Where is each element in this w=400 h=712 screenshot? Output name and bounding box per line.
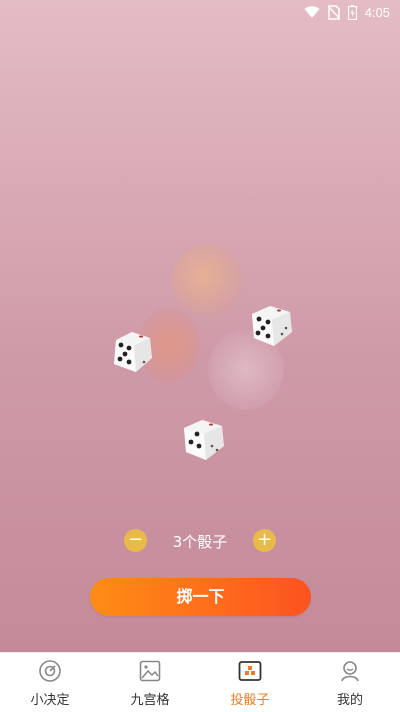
die [114, 332, 152, 372]
increase-dice-button[interactable]: + [253, 529, 276, 552]
dice-count-control: − 3个骰子 + [0, 528, 400, 554]
dice-tray[interactable] [0, 230, 400, 490]
nav-item-profile[interactable]: 我的 [300, 653, 400, 712]
no-sim-icon [327, 4, 340, 20]
nav-item-grid[interactable]: 九宫格 [100, 653, 200, 712]
dice-count-label: 3个骰子 [172, 533, 228, 551]
nav-item-dice[interactable]: 投骰子 [200, 653, 300, 712]
nav-item-decision[interactable]: 小决定 [0, 653, 100, 712]
decrease-dice-button[interactable]: − [124, 529, 147, 552]
wifi-icon [304, 6, 320, 18]
nav-label: 九宫格 [130, 693, 170, 708]
nav-label: 我的 [336, 693, 363, 708]
status-icons: 4:05 [304, 3, 390, 21]
die [184, 420, 224, 460]
roll-button[interactable]: 掷一下 [90, 578, 311, 616]
bottom-nav: 小决定 九宫格 投骰子 我的 [0, 652, 400, 712]
dice-tab-icon [238, 661, 262, 681]
target-icon [39, 660, 61, 682]
status-bar: 4:05 [0, 0, 400, 24]
nav-label: 投骰子 [230, 693, 270, 708]
status-time: 4:05 [364, 4, 390, 20]
die [252, 306, 292, 346]
image-icon [139, 660, 161, 682]
nav-label: 小决定 [30, 693, 70, 708]
dice-screen: 4:05 − 3个骰子 + 掷一下 [0, 0, 400, 652]
ghost-die [172, 244, 242, 316]
battery-icon [347, 4, 357, 20]
profile-icon [341, 661, 359, 682]
